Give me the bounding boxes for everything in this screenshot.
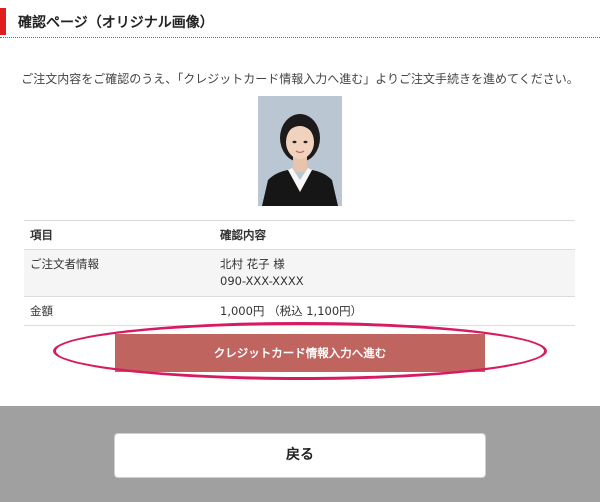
table-row: ご注文者情報 北村 花子 様 090-XXX-XXXX: [24, 249, 575, 297]
header-accent-bar: [0, 8, 6, 35]
row-label-amount: 金額: [30, 304, 53, 318]
back-button[interactable]: 戻る: [114, 433, 486, 478]
table-header-row: 項目 確認内容: [24, 220, 575, 250]
row-label-orderer: ご注文者情報: [30, 257, 99, 271]
orderer-phone: 090-XXX-XXXX: [220, 274, 304, 288]
table-row: 金額 1,000円 （税込 1,100円）: [24, 296, 575, 326]
order-photo: [258, 96, 342, 206]
orderer-name: 北村 花子 様: [220, 257, 285, 271]
order-summary-table: 項目 確認内容 ご注文者情報 北村 花子 様 090-XXX-XXXX 金額 1…: [24, 220, 575, 326]
instruction-text: ご注文内容をご確認のうえ、「クレジットカード情報入力へ進む」よりご注文手続きを進…: [21, 72, 579, 86]
page-header: 確認ページ（オリジナル画像）: [0, 0, 600, 38]
proceed-to-credit-card-button[interactable]: クレジットカード情報入力へ進む: [115, 334, 485, 372]
footer-bar: 戻る: [0, 406, 600, 502]
column-header-content: 確認内容: [220, 228, 266, 242]
page-title: 確認ページ（オリジナル画像）: [18, 15, 214, 31]
row-value-orderer: 北村 花子 様 090-XXX-XXXX: [214, 250, 575, 297]
row-value-amount: 1,000円 （税込 1,100円）: [220, 304, 363, 318]
column-header-item: 項目: [30, 228, 53, 242]
